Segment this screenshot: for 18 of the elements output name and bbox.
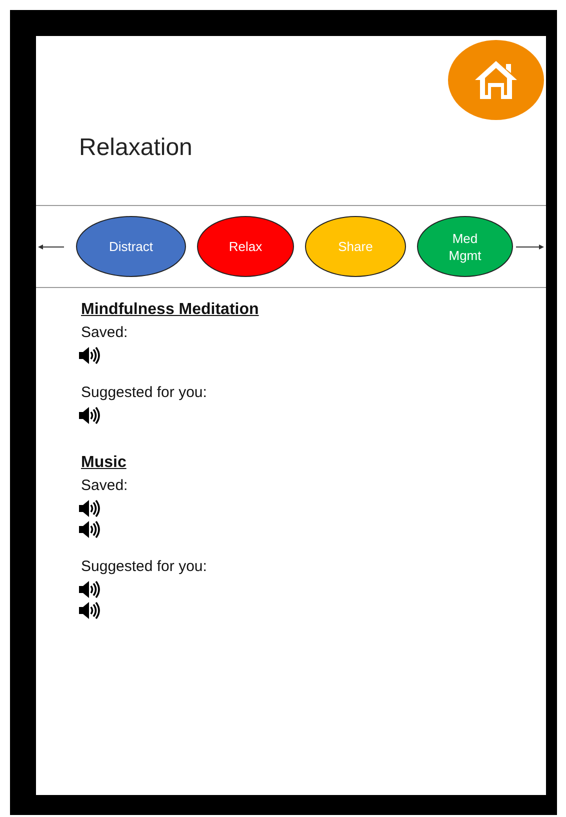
- section-heading: Mindfulness Meditation: [81, 301, 260, 319]
- category-button[interactable]: Distract: [76, 216, 186, 277]
- group-label: Suggested for you:: [81, 384, 208, 401]
- category-button[interactable]: Relax: [197, 216, 294, 277]
- group-label: Saved:: [81, 477, 129, 494]
- right-arrow-icon[interactable]: [516, 244, 544, 250]
- speaker-icon[interactable]: [79, 521, 101, 538]
- screen-title: Relaxation: [79, 133, 194, 163]
- group-label: Suggested for you:: [81, 558, 208, 575]
- group-label: Saved:: [81, 324, 129, 341]
- speaker-icon[interactable]: [79, 602, 101, 619]
- speaker-icon[interactable]: [79, 581, 101, 598]
- left-arrow-icon[interactable]: [38, 244, 64, 250]
- speaker-icon[interactable]: [79, 500, 101, 517]
- section-heading: Music: [81, 454, 128, 472]
- category-button[interactable]: Med Mgmt: [417, 216, 513, 277]
- speaker-icon[interactable]: [79, 407, 101, 424]
- speaker-icon[interactable]: [79, 347, 101, 364]
